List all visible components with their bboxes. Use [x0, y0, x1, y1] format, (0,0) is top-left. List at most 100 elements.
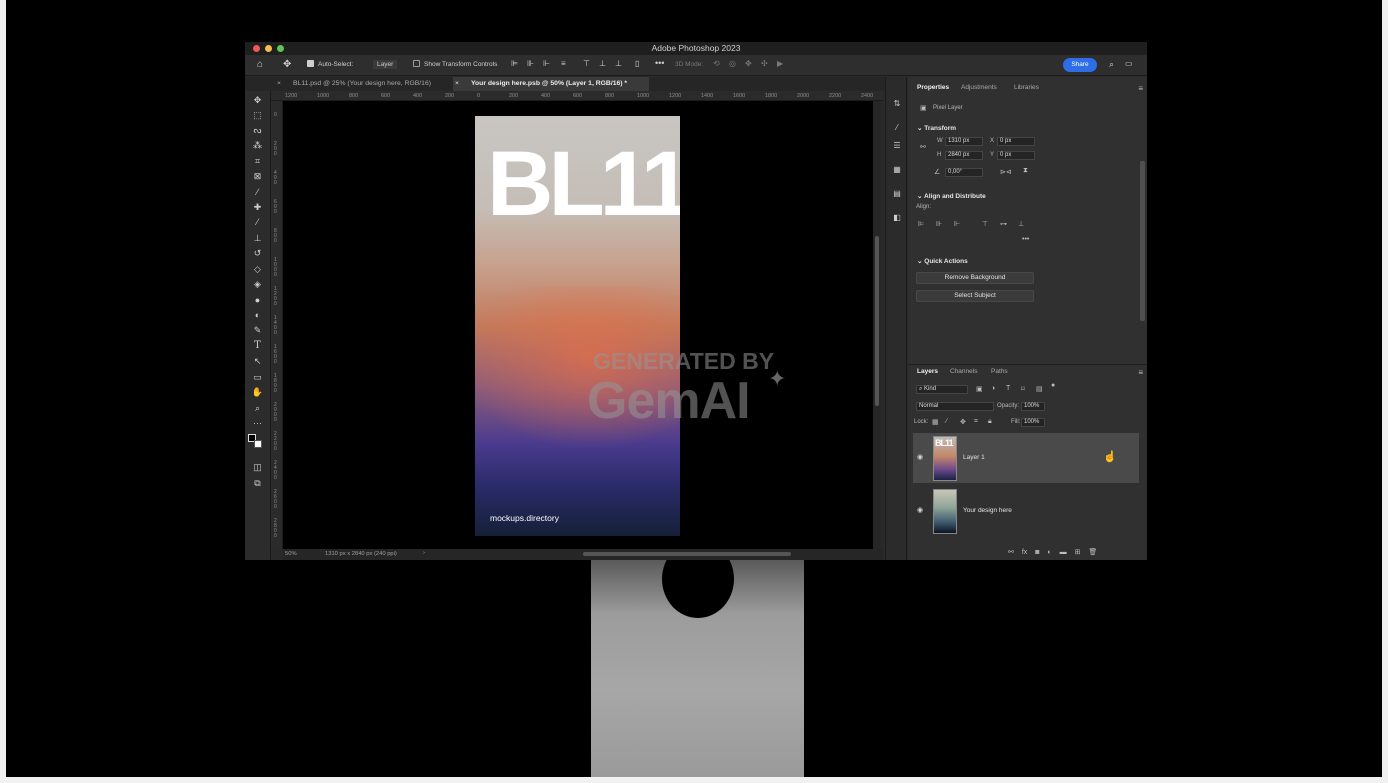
flip-vertical-icon[interactable]: ⧗ [1023, 167, 1028, 175]
tab-close-icon[interactable]: × [455, 77, 459, 91]
patterns-icon[interactable]: ▤ [891, 189, 903, 199]
blend-mode-dropdown[interactable]: Normal [916, 402, 994, 411]
distribute-icon[interactable]: ≡ [561, 59, 566, 68]
move-tool-icon[interactable]: ✥ [283, 59, 291, 70]
link-icon[interactable]: ⚯ [920, 143, 926, 151]
lock-all-icon[interactable]: 🔒︎ [988, 418, 992, 426]
tab-channels[interactable]: Channels [950, 368, 977, 375]
layer-name[interactable]: Layer 1 [963, 454, 985, 461]
path-select-icon[interactable]: ↖ [251, 355, 264, 367]
x-field[interactable]: 0 px [997, 137, 1035, 146]
marquee-tool-icon[interactable]: ⬚ [251, 109, 264, 121]
tab-layers[interactable]: Layers [917, 368, 938, 375]
more-align-options-icon[interactable]: ••• [1022, 236, 1029, 243]
align-bottom-icon[interactable]: ⊥ [615, 59, 622, 68]
align-right-icon[interactable]: ⊩ [543, 59, 550, 68]
new-group-icon[interactable]: ▬ [1060, 549, 1067, 556]
filter-pixel-icon[interactable]: ▣ [976, 385, 983, 393]
lock-transparent-icon[interactable]: ▦ [932, 418, 939, 426]
home-icon[interactable]: ⌂ [257, 59, 263, 70]
angle-field[interactable]: 0,00° [945, 168, 983, 177]
layers-menu-icon[interactable]: ≡ [1138, 368, 1143, 377]
status-arrow-icon[interactable]: › [423, 550, 425, 556]
workspace-icon[interactable]: ▭ [1125, 59, 1133, 68]
new-adjustment-layer-icon[interactable]: ◐ [1047, 549, 1051, 556]
visibility-eye-icon[interactable]: ◉ [917, 453, 923, 461]
more-options-icon[interactable]: ••• [655, 58, 664, 68]
rectangle-tool-icon[interactable]: ▭ [251, 371, 264, 383]
distribute-vertical-icon[interactable]: ▯ [635, 59, 639, 68]
screen-mode-icon[interactable]: ⧉ [251, 477, 264, 489]
quick-actions-section-title[interactable]: ⌄ Quick Actions [917, 257, 968, 265]
vertical-scrollbar[interactable] [873, 101, 881, 549]
lock-position-icon[interactable]: ✥ [960, 418, 966, 426]
quick-mask-icon[interactable]: ◫ [251, 461, 264, 473]
align-left-edges-icon[interactable]: ⊫ [918, 220, 924, 228]
filter-shape-icon[interactable]: ⌑ [1021, 385, 1025, 393]
layer-row-your-design-here[interactable]: ◉ Your design here [913, 486, 1139, 536]
move-tool-icon[interactable]: ✥ [251, 94, 264, 106]
crop-tool-icon[interactable]: ⌗ [251, 155, 264, 167]
history-panel-icon[interactable]: ⇅ [891, 99, 903, 109]
magic-wand-icon[interactable]: ⁂ [251, 139, 264, 151]
align-top-edges-icon[interactable]: ⊤ [982, 220, 988, 228]
tab-libraries[interactable]: Libraries [1014, 84, 1039, 91]
tab-properties[interactable]: Properties [917, 84, 949, 91]
align-middle-icon[interactable]: ⊥ [599, 59, 606, 68]
auto-select-dropdown[interactable]: Layer [373, 60, 398, 69]
layer-filter-dropdown[interactable]: ⌕ Kind [916, 385, 968, 394]
tab-bl11[interactable]: × BL11.psd @ 25% (Your design here, RGB/… [275, 77, 451, 91]
align-section-title[interactable]: ⌄ Align and Distribute [917, 192, 986, 200]
3d-orbit-icon[interactable]: ⟲ [713, 59, 720, 68]
layer-row-layer-1[interactable]: ◉ BL11 Layer 1 ☝ [913, 433, 1139, 483]
poster-artwork[interactable]: BL11 mockups.directory [475, 116, 680, 536]
paint-bucket-icon[interactable]: ◈ [251, 278, 264, 290]
zoom-level[interactable]: 50% [285, 551, 297, 557]
tab-adjustments[interactable]: Adjustments [961, 84, 997, 91]
horizontal-scroll-thumb[interactable] [583, 552, 791, 556]
opacity-field[interactable]: 100% [1021, 402, 1045, 411]
y-field[interactable]: 0 px [997, 151, 1035, 160]
panel-menu-icon[interactable]: ≡ [1138, 84, 1143, 93]
properties-scrollbar[interactable] [1140, 161, 1145, 321]
more-tools-icon[interactable]: ··· [251, 417, 264, 429]
delete-layer-icon[interactable]: 🗑︎ [1088, 549, 1097, 556]
layer-name[interactable]: Your design here [963, 507, 1012, 514]
background-color-swatch[interactable] [254, 440, 262, 448]
align-vertical-centers-icon[interactable]: ⊶ [1000, 220, 1007, 228]
transform-section-title[interactable]: ⌄ Transform [917, 124, 956, 132]
zoom-tool-icon[interactable]: ⌕ [251, 402, 264, 414]
adjustments-icon[interactable]: ☰ [891, 141, 903, 151]
align-right-edges-icon[interactable]: ⊩ [954, 220, 960, 228]
align-top-icon[interactable]: ⊤ [583, 59, 590, 68]
fill-field[interactable]: 100% [1021, 418, 1045, 427]
vertical-scroll-thumb[interactable] [875, 236, 879, 406]
search-icon[interactable]: ⌕ [1109, 59, 1114, 70]
pen-tool-icon[interactable]: ✎ [251, 324, 264, 336]
hand-tool-icon[interactable]: ✋ [251, 386, 264, 398]
document-canvas[interactable]: BL11 mockups.directory GENERATED BY GemA… [283, 101, 873, 549]
type-tool-icon[interactable]: T [251, 340, 264, 352]
share-button[interactable]: Share [1063, 58, 1097, 72]
dodge-tool-icon[interactable]: ◐ [251, 309, 264, 321]
brush-settings-icon[interactable]: ⁄ [891, 123, 903, 133]
history-brush-icon[interactable]: ↺ [251, 247, 264, 259]
filter-smart-object-icon[interactable]: ▤ [1036, 385, 1043, 393]
3d-roll-icon[interactable]: ◎ [729, 59, 736, 68]
flip-horizontal-icon[interactable]: ⊳⊲ [1000, 168, 1012, 176]
new-layer-icon[interactable]: ⊞ [1075, 549, 1081, 556]
show-transform-checkbox[interactable] [413, 60, 420, 67]
swatches-icon[interactable]: ▦ [891, 165, 903, 175]
add-mask-icon[interactable]: ◙ [1035, 549, 1039, 556]
lock-image-icon[interactable]: ⁄ [946, 418, 947, 425]
healing-brush-icon[interactable]: ✚ [251, 201, 264, 213]
align-bottom-edges-icon[interactable]: ⊥ [1018, 220, 1024, 228]
width-field[interactable]: 1310 px [945, 137, 983, 146]
filter-toggle-icon[interactable]: ● [1051, 382, 1055, 389]
select-subject-button[interactable]: Select Subject [916, 290, 1034, 302]
stamp-tool-icon[interactable]: ⊥ [251, 232, 264, 244]
align-left-icon[interactable]: ⊫ [511, 59, 518, 68]
eyedropper-icon[interactable]: ⁄ [251, 186, 264, 198]
3d-camera-icon[interactable]: ▶ [777, 59, 783, 68]
eraser-tool-icon[interactable]: ◇ [251, 263, 264, 275]
